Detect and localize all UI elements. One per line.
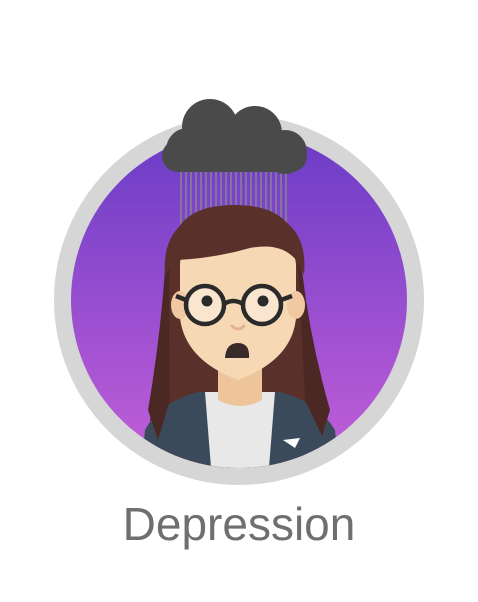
rain-cloud-icon (162, 99, 307, 174)
depression-card: Depression (0, 0, 478, 602)
page-title: Depression (122, 498, 356, 550)
left-eye (201, 295, 213, 307)
depression-illustration (54, 99, 424, 485)
right-eye (257, 295, 269, 307)
